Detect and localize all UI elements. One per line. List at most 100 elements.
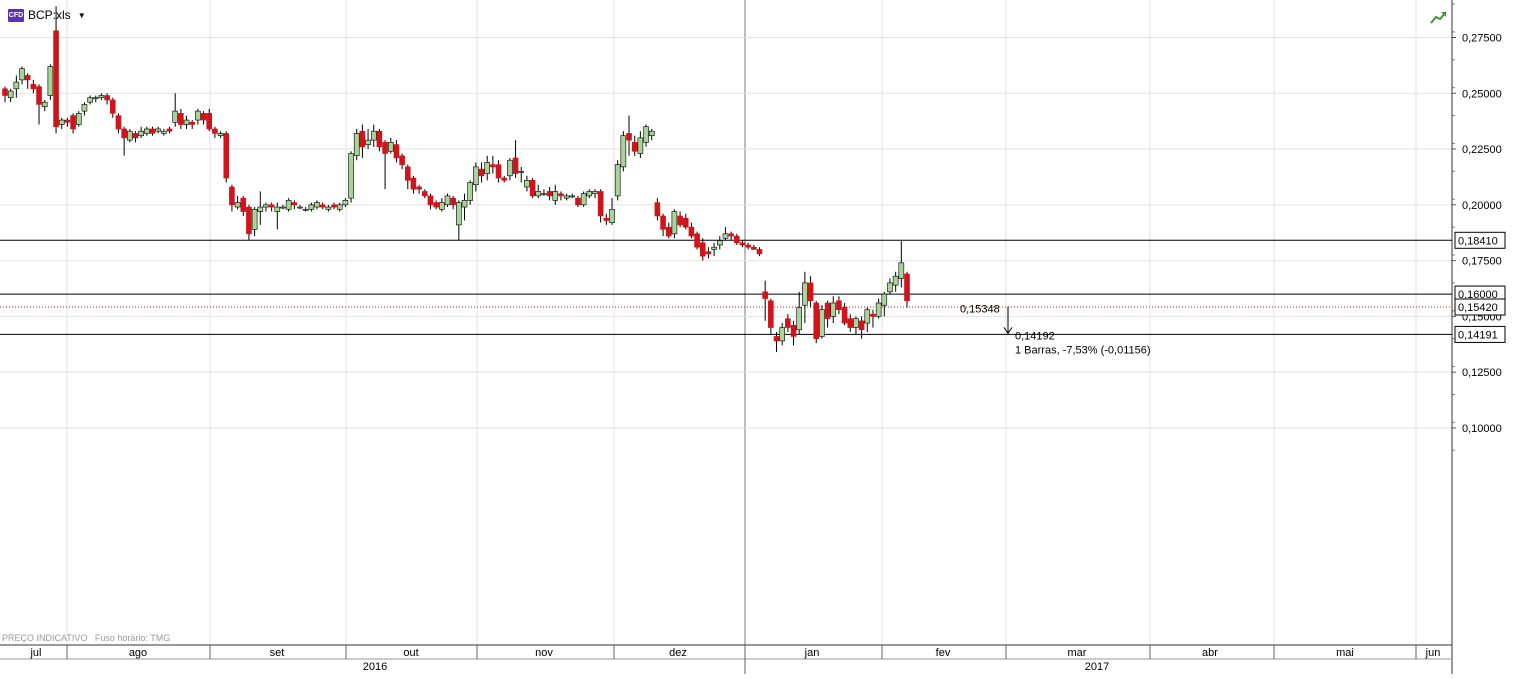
candle-body bbox=[734, 235, 740, 244]
candle-body bbox=[643, 126, 649, 143]
candle-body bbox=[365, 139, 371, 145]
candle-body bbox=[297, 206, 303, 209]
price-tick-label: 0,25000 bbox=[1462, 88, 1502, 100]
candle-body bbox=[524, 179, 530, 188]
price-note: PREÇO INDICATIVO bbox=[2, 633, 88, 643]
candle-body bbox=[30, 84, 37, 90]
candle-body bbox=[81, 104, 88, 112]
candle-body bbox=[626, 133, 632, 141]
candle-body bbox=[109, 99, 116, 114]
symbol-name: BCP:xls bbox=[28, 8, 71, 22]
candle-body bbox=[461, 200, 468, 208]
candle-body bbox=[858, 320, 865, 331]
candle-body bbox=[138, 130, 144, 136]
candle-body bbox=[274, 206, 281, 212]
candle-body bbox=[92, 97, 99, 100]
candle-body bbox=[353, 133, 360, 157]
candle-body bbox=[648, 130, 655, 136]
candle-body bbox=[881, 293, 888, 306]
candle-body bbox=[875, 302, 882, 317]
candle-body bbox=[841, 307, 848, 324]
candle-body bbox=[716, 240, 723, 246]
cfd-badge-icon: CFD bbox=[8, 8, 24, 22]
chevron-down-icon[interactable]: ▼ bbox=[78, 11, 86, 20]
candle-body bbox=[127, 130, 133, 141]
price-chart[interactable]: 0,275000,250000,225000,200000,175000,150… bbox=[0, 0, 1533, 674]
candle-body bbox=[342, 200, 349, 206]
candle-body bbox=[393, 144, 400, 159]
candle-body bbox=[586, 191, 593, 197]
candle-body bbox=[121, 128, 127, 139]
candle-body bbox=[263, 204, 269, 208]
candle-body bbox=[751, 246, 757, 250]
candle-body bbox=[64, 119, 71, 123]
candle-body bbox=[609, 208, 615, 223]
candle-body bbox=[229, 186, 235, 206]
candle-body bbox=[887, 282, 893, 293]
footer-note: PREÇO INDICATIVO Fuso horário: TMG bbox=[2, 633, 170, 643]
candle-body bbox=[813, 302, 820, 339]
month-label: mar bbox=[1068, 647, 1087, 659]
candle-body bbox=[597, 191, 604, 217]
candle-body bbox=[478, 168, 485, 177]
candle-body bbox=[785, 318, 791, 328]
candle-body bbox=[654, 202, 661, 217]
candle-body bbox=[688, 226, 695, 237]
candle-body bbox=[7, 90, 14, 99]
candle-body bbox=[569, 195, 576, 198]
last-price-label: 0,15420 bbox=[1458, 302, 1498, 314]
candle-body bbox=[490, 164, 496, 168]
candle-body bbox=[620, 135, 627, 168]
chart-type-icon[interactable] bbox=[1430, 9, 1448, 25]
candle-body bbox=[376, 130, 383, 148]
candle-body bbox=[830, 302, 837, 317]
candle-body bbox=[410, 177, 417, 190]
candle-body bbox=[762, 291, 768, 299]
candle-body bbox=[853, 318, 859, 328]
measure-end-label: 0,14192 bbox=[1015, 330, 1055, 342]
candle-body bbox=[802, 282, 808, 306]
candle-body bbox=[172, 110, 178, 123]
price-tick-label: 0,27500 bbox=[1462, 32, 1502, 44]
candle-body bbox=[314, 202, 320, 208]
candle-body bbox=[450, 197, 456, 206]
candle-body bbox=[47, 66, 54, 96]
candle-body bbox=[631, 142, 638, 152]
symbol-selector[interactable]: CFD BCP:xls ▼ bbox=[8, 8, 86, 22]
candle-body bbox=[796, 307, 803, 331]
candle-body bbox=[473, 166, 479, 186]
candle-body bbox=[807, 282, 814, 302]
candle-body bbox=[501, 177, 508, 181]
candle-body bbox=[348, 153, 354, 199]
candle-body bbox=[217, 133, 224, 136]
chart-area[interactable]: 0,27500 0,25000 0,22500 0,20000 0,17500 0,150… bbox=[0, 0, 1533, 674]
candle-body bbox=[705, 251, 712, 255]
candle-body bbox=[592, 191, 598, 194]
candle-body bbox=[699, 242, 706, 257]
candle-body bbox=[847, 318, 854, 328]
candle-body bbox=[665, 226, 672, 237]
candle-body bbox=[234, 202, 241, 208]
candle-body bbox=[637, 137, 644, 154]
candle-body bbox=[768, 300, 774, 328]
candle-body bbox=[382, 142, 388, 154]
candle-body bbox=[53, 30, 59, 128]
candle-body bbox=[870, 313, 876, 317]
candle-body bbox=[144, 128, 150, 134]
candle-body bbox=[257, 206, 264, 212]
candle-body bbox=[819, 309, 825, 337]
candle-body bbox=[166, 128, 173, 132]
price-tick-label: 0,12500 bbox=[1462, 367, 1502, 379]
candle-body bbox=[677, 215, 683, 226]
candle-body bbox=[246, 206, 252, 235]
candle-body bbox=[824, 302, 831, 319]
candle-body bbox=[558, 193, 564, 197]
level-label: 0,18410 bbox=[1458, 235, 1498, 247]
candle-body bbox=[280, 206, 286, 209]
price-tick-label: 0,20000 bbox=[1462, 200, 1502, 212]
candle-body bbox=[200, 113, 207, 121]
month-label: jun bbox=[1425, 647, 1441, 659]
candle-body bbox=[212, 128, 218, 134]
candle-body bbox=[444, 195, 451, 206]
candle-body bbox=[512, 157, 519, 174]
